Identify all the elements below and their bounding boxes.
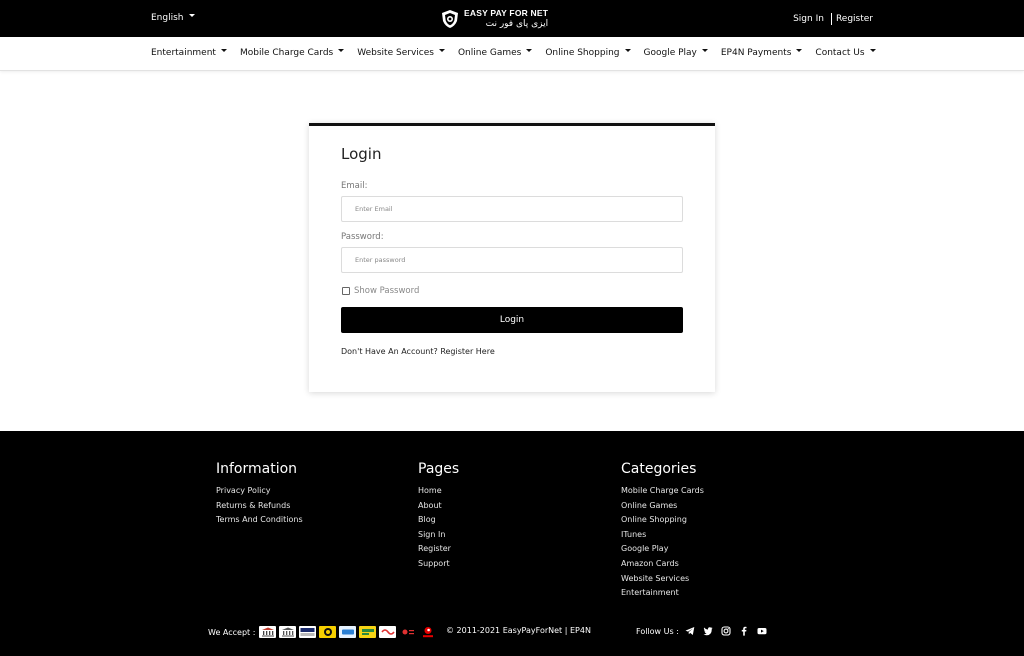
footer-link[interactable]: Online Games [621,499,704,514]
email-field[interactable] [341,196,683,222]
main-nav: Entertainment Mobile Charge Cards Websit… [0,37,1024,71]
chevron-down-icon [796,49,803,52]
youtube-icon[interactable] [757,626,767,636]
nav-item-label: Online Games [457,48,522,58]
language-label: English [151,13,184,23]
vodafone-icon [419,626,437,638]
login-card: Login Email: Password: Show Password Log… [309,123,715,392]
we-accept-label: We Accept : [208,627,256,637]
footer-categories-title: Categories [621,461,697,477]
show-password-checkbox[interactable] [342,287,350,295]
login-title: Login [341,145,382,163]
footer-link[interactable]: Home [418,484,459,499]
logo-text-en: EASY PAY FOR NET [464,8,549,19]
payment-methods: We Accept : [208,626,437,638]
footer: Information Privacy Policy Returns & Ref… [0,431,1024,656]
red-pay-icon [379,626,397,638]
nav-item-label: Online Shopping [545,48,620,58]
top-bar: English EASY PAY FOR NET ایزی پای فور نت… [0,0,1024,37]
footer-link[interactable]: Register [418,542,459,557]
nav-item-label: EP4N Payments [720,48,792,58]
footer-categories: Categories Mobile Charge Cards Online Ga… [621,461,704,601]
nav-item-entertainment[interactable]: Entertainment [151,48,227,58]
nav-item-label: Contact Us [815,48,865,58]
footer-link[interactable]: Google Play [621,542,704,557]
facebook-icon[interactable] [739,626,749,636]
chevron-down-icon [338,49,345,52]
footer-link[interactable]: About [418,499,459,514]
chevron-down-icon [220,49,227,52]
nav-item-ep4n-payments[interactable]: EP4N Payments [721,48,803,58]
bank-icon [279,626,297,638]
footer-link[interactable]: Mobile Charge Cards [621,484,704,499]
bank-icon [259,626,277,638]
chevron-down-icon [624,49,631,52]
footer-link[interactable]: Website Services [621,572,704,587]
footer-pages: Pages Home About Blog Sign In Register S… [418,461,459,572]
no-account-text: Don't Have An Account? [341,347,438,356]
ebank-transfer-icon [299,626,317,638]
show-password-label: Show Password [354,286,420,296]
sign-in-link[interactable]: Sign In [793,14,824,24]
nav-item-online-games[interactable]: Online Games [457,48,533,58]
footer-link[interactable]: Privacy Policy [216,484,303,499]
footer-pages-title: Pages [418,461,460,477]
shield-logo-icon [442,10,458,28]
nav-item-label: Entertainment [151,48,216,58]
footer-link[interactable]: Terms And Conditions [216,513,303,528]
footer-link[interactable]: ITunes [621,528,704,543]
nav-menu: Entertainment Mobile Charge Cards Websit… [151,48,889,58]
footer-link[interactable]: Support [418,557,459,572]
footer-information-title: Information [216,461,298,477]
logo-text-ar: ایزی پای فور نت [485,18,549,29]
register-link[interactable]: Register [836,14,873,24]
follow-us-label: Follow Us : [636,626,679,636]
mobile-pay-icon [399,626,417,638]
register-here-link[interactable]: Register Here [440,347,494,356]
login-button[interactable]: Login [341,307,683,333]
chevron-down-icon [438,49,445,52]
footer-link[interactable]: Entertainment [621,586,704,601]
show-password-toggle[interactable]: Show Password [342,286,419,296]
copyright-text: © 2011-2021 EasyPayForNet | EP4N [446,626,591,635]
telegram-icon[interactable] [685,626,695,636]
site-logo[interactable]: EASY PAY FOR NET ایزی پای فور نت [440,7,548,31]
chevron-down-icon [869,49,876,52]
yellow-wallet-icon [319,626,337,638]
email-label: Email: [341,181,368,191]
footer-link[interactable]: Amazon Cards [621,557,704,572]
nav-item-contact-us[interactable]: Contact Us [815,48,876,58]
divider [830,13,832,25]
footer-link[interactable]: Returns & Refunds [216,499,303,514]
chevron-down-icon [701,49,708,52]
nav-item-mobile-charge-cards[interactable]: Mobile Charge Cards [239,48,345,58]
register-prompt: Don't Have An Account? Register Here [341,347,495,356]
nav-item-label: Mobile Charge Cards [239,48,334,58]
instagram-icon[interactable] [721,626,731,636]
nav-item-website-services[interactable]: Website Services [357,48,445,58]
footer-link[interactable]: Online Shopping [621,513,704,528]
yellow-pay-icon [359,626,377,638]
social-links: Follow Us : [636,626,767,636]
footer-link[interactable]: Sign In [418,528,459,543]
password-label: Password: [341,232,384,242]
blue-card-icon [339,626,357,638]
chevron-down-icon [188,14,195,17]
nav-item-label: Website Services [357,48,434,58]
password-field[interactable] [341,247,683,273]
nav-item-online-shopping[interactable]: Online Shopping [545,48,631,58]
twitter-icon[interactable] [703,626,713,636]
language-selector[interactable]: English [151,13,195,23]
auth-links: Sign In Register [793,13,873,25]
footer-information: Information Privacy Policy Returns & Ref… [216,461,303,528]
nav-item-google-play[interactable]: Google Play [644,48,708,58]
chevron-down-icon [526,49,533,52]
footer-link[interactable]: Blog [418,513,459,528]
nav-item-label: Google Play [643,48,697,58]
